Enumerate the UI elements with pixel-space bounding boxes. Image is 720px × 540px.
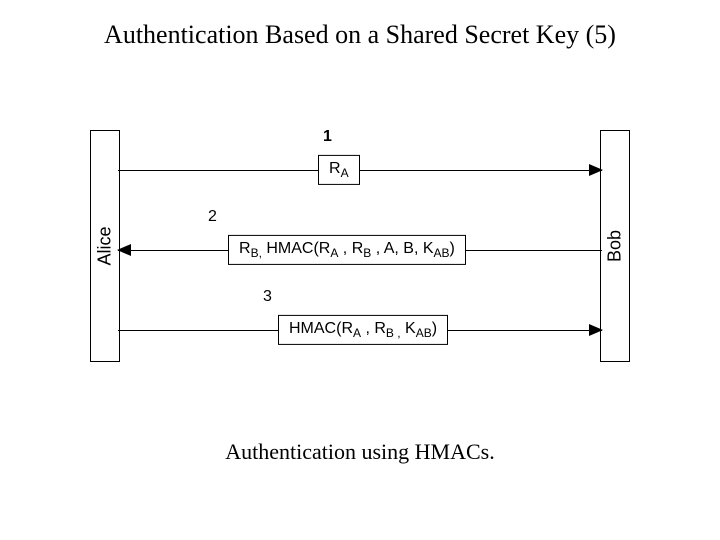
message-row-3: 3 HMAC(RA , RB , KAB) (118, 310, 602, 350)
arrow-head-3 (589, 324, 603, 336)
party-bob-label: Bob (605, 230, 626, 262)
step-number-2: 2 (208, 208, 217, 226)
protocol-diagram: Alice Bob 1 RA 2 RB, HMAC(RA , RB , A, B… (90, 130, 630, 390)
message-row-2: 2 RB, HMAC(RA , RB , A, B, KAB) (118, 230, 602, 270)
party-alice-label: Alice (95, 226, 116, 265)
step-number-3: 3 (263, 288, 272, 306)
message-row-1: 1 RA (118, 150, 602, 190)
message-box-3: HMAC(RA , RB , KAB) (278, 315, 448, 345)
message-box-2: RB, HMAC(RA , RB , A, B, KAB) (228, 235, 466, 265)
party-bob: Bob (600, 130, 630, 362)
slide-title: Authentication Based on a Shared Secret … (0, 20, 720, 50)
arrow-line-1 (118, 170, 602, 171)
slide-caption: Authentication using HMACs. (0, 439, 720, 465)
step-number-1: 1 (323, 128, 332, 146)
party-alice: Alice (90, 130, 120, 362)
arrow-head-2 (117, 244, 131, 256)
arrow-head-1 (589, 164, 603, 176)
message-box-1: RA (318, 155, 360, 185)
